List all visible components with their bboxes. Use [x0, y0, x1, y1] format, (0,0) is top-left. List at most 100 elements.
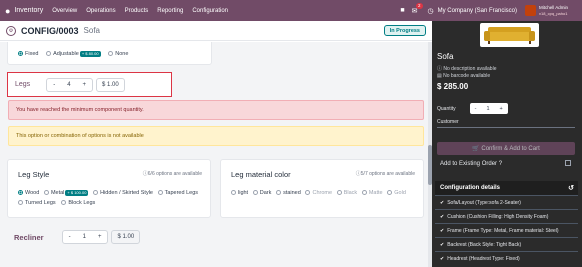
navbar-systray: ■ ✉ 2 ◷ My Company (San Francisco) Mitche…	[393, 0, 568, 21]
control-panel: ⚙ CONFIG/0003 Sofa In Progress	[0, 21, 432, 41]
menu-products[interactable]: Products	[125, 8, 149, 14]
product-image	[480, 23, 539, 47]
reset-icon[interactable]: ↺	[568, 184, 574, 192]
quantity-value[interactable]: 1	[481, 106, 494, 112]
avatar[interactable]	[524, 5, 536, 16]
details-row: ✔ Cushion (Cushion Filling: High Density …	[435, 209, 578, 223]
option-light[interactable]: light	[231, 188, 248, 198]
app-brand[interactable]: Inventory	[14, 7, 43, 14]
option-stained[interactable]: stained	[276, 188, 301, 198]
radio-icon	[305, 190, 311, 196]
quantity-stepper[interactable]: - 1 +	[469, 103, 508, 114]
check-icon: ✔	[440, 227, 445, 234]
configurator-main: Fixed Adjustable + $ 80.00 None Legs - 4 …	[0, 42, 432, 267]
radio-icon	[18, 200, 23, 206]
option-fixed[interactable]: Fixed	[18, 49, 38, 59]
check-icon: ✔	[440, 199, 445, 206]
company-switcher[interactable]: My Company (San Francisco)	[438, 8, 517, 14]
notification-badge: 2	[416, 2, 423, 9]
radio-icon	[361, 190, 367, 196]
option-chrome: Chrome	[305, 188, 332, 198]
legs-quantity-value[interactable]: 4	[61, 82, 76, 88]
radio-icon	[43, 190, 49, 196]
option-card-leg-color: Leg material color ⓘ5/7 options are avai…	[220, 159, 424, 218]
radio-icon	[231, 190, 236, 196]
price-pill: + $ 80.00	[79, 50, 101, 57]
activity-icon[interactable]: ■	[400, 7, 404, 14]
clock-icon[interactable]: ◷	[428, 7, 434, 15]
radio-icon	[93, 190, 99, 196]
product-barcode: ▤ No barcode available	[437, 73, 491, 79]
menu-overview[interactable]: Overview	[52, 8, 77, 14]
legs-label: Legs	[15, 81, 31, 88]
sofa-image-icon	[484, 27, 535, 44]
option-tapered-legs[interactable]: Tapered Legs	[157, 188, 198, 198]
legs-price: $ 1.00	[96, 77, 125, 92]
recliner-quantity-stepper[interactable]: - 1 +	[61, 230, 109, 244]
increment-button[interactable]: +	[495, 106, 508, 112]
page-subtitle: Sofa	[83, 26, 100, 35]
leg-style-title: Leg Style	[18, 170, 50, 179]
configuration-details-title: Configuration details	[440, 185, 500, 191]
radio-icon	[387, 190, 393, 196]
details-row: ✔ Backrest (Back Style: Tight Back)	[435, 237, 578, 251]
quantity-row: Quantity - 1 +	[437, 103, 508, 114]
option-hidden-skirted[interactable]: Hidden / Skirted Style	[93, 188, 153, 198]
details-row: ✔ Sofa/Layout (Type:sofa 2-Seater)	[435, 195, 578, 209]
customer-label: Customer	[437, 119, 459, 125]
quantity-label: Quantity	[437, 105, 456, 112]
option-dark[interactable]: Dark	[252, 188, 271, 198]
alert-warning: This option or combination of options is…	[8, 126, 424, 146]
option-card-leg-style: Leg Style ⓘ6/6 options are available Woo…	[7, 159, 211, 218]
menu-reporting[interactable]: Reporting	[157, 8, 183, 14]
user-database: v18_cpq_paho1	[538, 10, 568, 16]
radio-icon	[276, 190, 282, 196]
menu-configuration[interactable]: Configuration	[192, 8, 228, 14]
page-title: CONFIG/0003	[21, 25, 79, 36]
leg-style-availability: ⓘ6/6 options are available	[142, 171, 202, 177]
messages-icon[interactable]: ✉ 2	[412, 2, 423, 15]
legs-quantity-stepper[interactable]: - 4 +	[46, 77, 94, 92]
configuration-details-header: Configuration details ↺	[435, 181, 578, 195]
option-gold: Gold	[387, 188, 406, 198]
user-menu[interactable]: Mitchell Admin v18_cpq_paho1	[539, 5, 568, 17]
recliner-quantity-value[interactable]: 1	[77, 234, 92, 240]
option-metal[interactable]: Metal + $ 100.00	[43, 188, 89, 198]
price-pill: + $ 100.00	[65, 189, 89, 196]
option-wood[interactable]: Wood	[18, 188, 39, 198]
option-black: Black	[336, 188, 357, 198]
check-icon: ✔	[440, 255, 445, 262]
option-block-legs[interactable]: Block Legs	[61, 198, 95, 208]
recliner-price: $ 1.00	[111, 230, 141, 244]
alert-danger: You have reached the minimum component q…	[8, 100, 424, 120]
recliner-label: Recliner	[14, 232, 44, 242]
add-to-existing-order-label: Add to Existing Order ?	[440, 161, 503, 167]
increment-button[interactable]: +	[77, 82, 93, 88]
decrement-button[interactable]: -	[470, 106, 482, 112]
option-adjustable[interactable]: Adjustable + $ 80.00	[46, 49, 101, 59]
increment-button[interactable]: +	[92, 234, 108, 240]
option-turned-legs[interactable]: Turned Legs	[18, 198, 56, 208]
confirm-label: Confirm & Add to Cart	[481, 145, 540, 152]
status-badge: In Progress	[383, 25, 426, 36]
cart-icon: 🛒	[472, 146, 482, 152]
confirm-add-to-cart-button[interactable]: 🛒 Confirm & Add to Cart	[437, 142, 575, 155]
menu-operations[interactable]: Operations	[86, 8, 115, 14]
radio-icon	[108, 51, 114, 57]
radio-icon	[61, 200, 67, 206]
details-row: ✔ Headrest (Headrest Type: Fixed)	[435, 251, 578, 265]
product-summary-panel: Sofa ⓘ No description available ▤ No bar…	[432, 21, 582, 267]
legs-quantity-row: Legs - 4 + $ 1.00	[7, 72, 172, 97]
decrement-button[interactable]: -	[47, 82, 61, 88]
customer-input[interactable]	[437, 127, 575, 128]
product-name: Sofa	[437, 52, 454, 61]
add-to-existing-order-checkbox[interactable]	[565, 160, 571, 166]
check-icon: ✔	[440, 213, 445, 220]
radio-icon	[252, 190, 258, 196]
decrement-button[interactable]: -	[63, 234, 77, 240]
check-icon: ✔	[440, 241, 445, 248]
apps-menu-icon[interactable]: ●	[5, 6, 10, 16]
option-none[interactable]: None	[108, 49, 128, 59]
leg-color-availability: ⓘ5/7 options are available	[355, 171, 415, 177]
back-gear-icon[interactable]: ⚙	[6, 25, 16, 36]
